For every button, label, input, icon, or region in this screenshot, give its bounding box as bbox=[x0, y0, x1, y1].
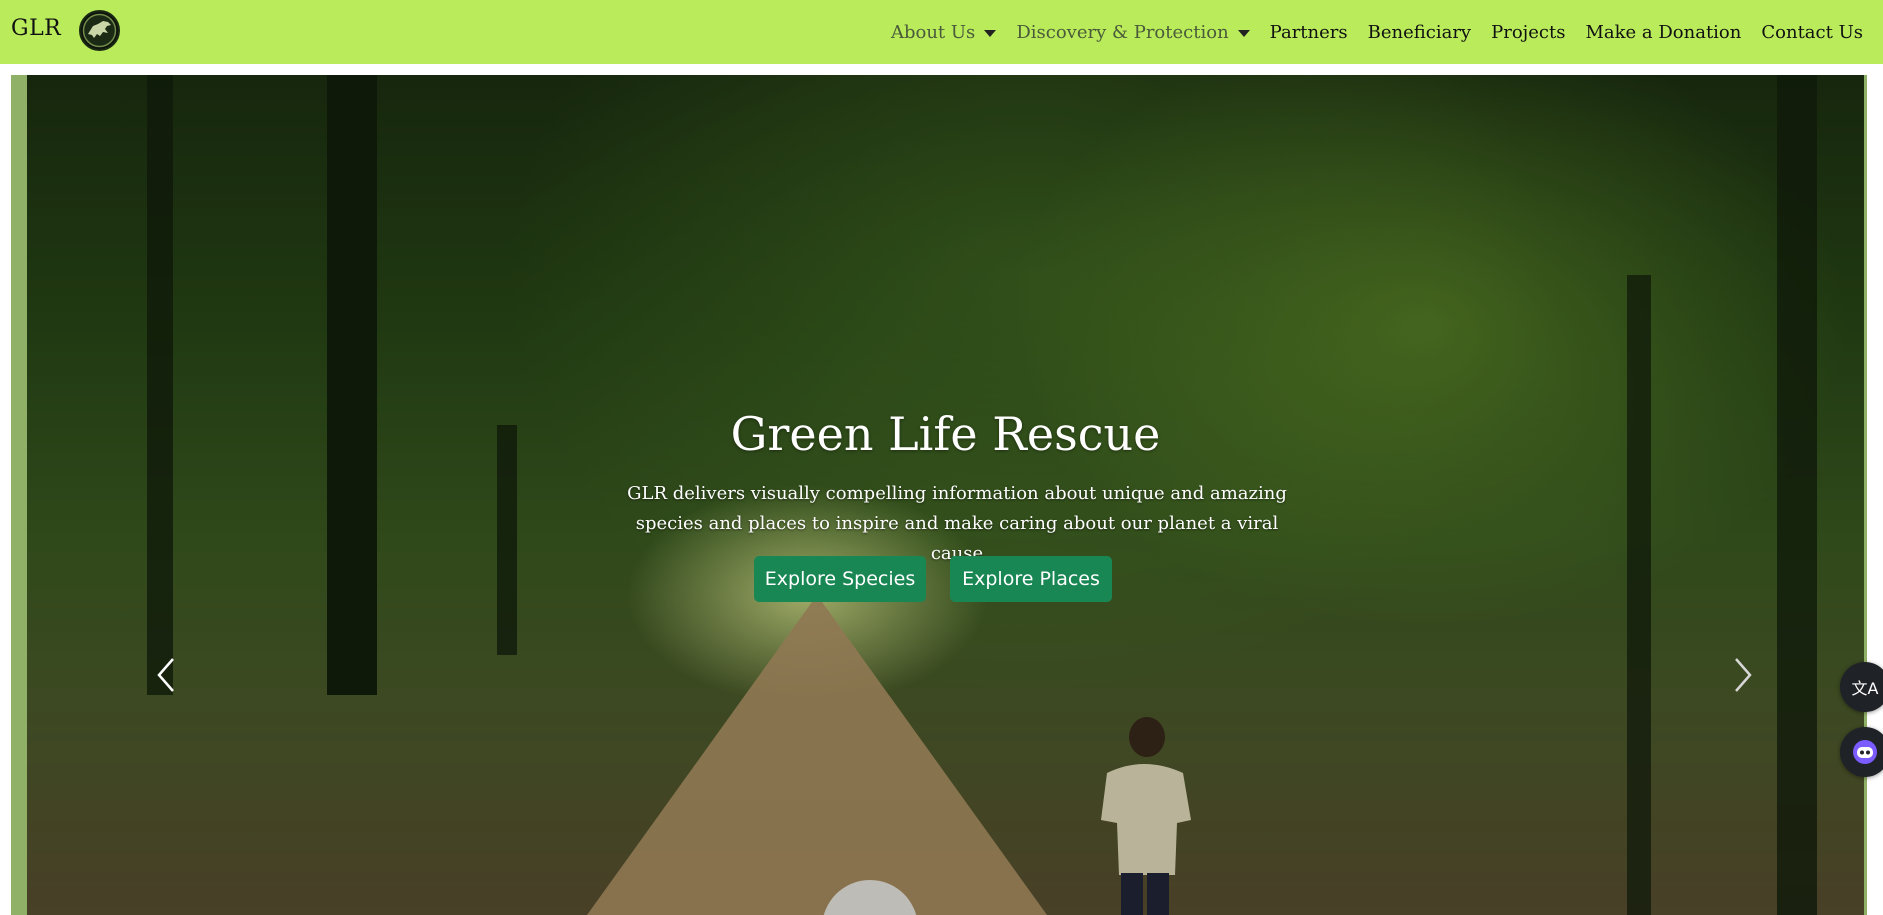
nav-make-donation[interactable]: Make a Donation bbox=[1575, 22, 1751, 43]
nav-partners[interactable]: Partners bbox=[1260, 22, 1358, 43]
translate-icon: 文A bbox=[1851, 679, 1879, 698]
explore-places-button[interactable]: Explore Places bbox=[950, 556, 1112, 602]
nav-beneficiary[interactable]: Beneficiary bbox=[1358, 22, 1481, 43]
assistant-button[interactable] bbox=[1840, 727, 1883, 777]
nav-discovery-protection[interactable]: Discovery & Protection bbox=[1006, 22, 1259, 43]
nav-about-us-label: About Us bbox=[890, 21, 976, 43]
dinosaur-logo-icon[interactable] bbox=[79, 10, 120, 51]
assistant-bot-icon bbox=[1853, 740, 1877, 764]
chevron-right-icon bbox=[1735, 658, 1752, 692]
carousel-next-button[interactable] bbox=[1726, 655, 1756, 695]
hero-carousel: Green Life Rescue GLR delivers visually … bbox=[27, 75, 1864, 915]
chevron-left-icon bbox=[157, 658, 174, 692]
hero-title: Green Life Rescue bbox=[730, 407, 1161, 461]
nav-discovery-protection-label: Discovery & Protection bbox=[1016, 21, 1229, 43]
caret-down-icon bbox=[984, 29, 997, 37]
explore-species-button[interactable]: Explore Species bbox=[754, 556, 926, 602]
nav-about-us[interactable]: About Us bbox=[881, 22, 1006, 43]
translate-button[interactable]: 文A bbox=[1840, 662, 1883, 712]
nav-contact-us[interactable]: Contact Us bbox=[1751, 22, 1873, 43]
caret-down-icon bbox=[1237, 29, 1250, 37]
main-nav: About Us Discovery & Protection Partners… bbox=[881, 0, 1873, 64]
top-navbar: GLR About Us Discovery & Protection Part… bbox=[0, 0, 1883, 64]
carousel-prev-button[interactable] bbox=[153, 655, 183, 695]
brand-name[interactable]: GLR bbox=[11, 16, 61, 41]
nav-projects[interactable]: Projects bbox=[1481, 22, 1575, 43]
